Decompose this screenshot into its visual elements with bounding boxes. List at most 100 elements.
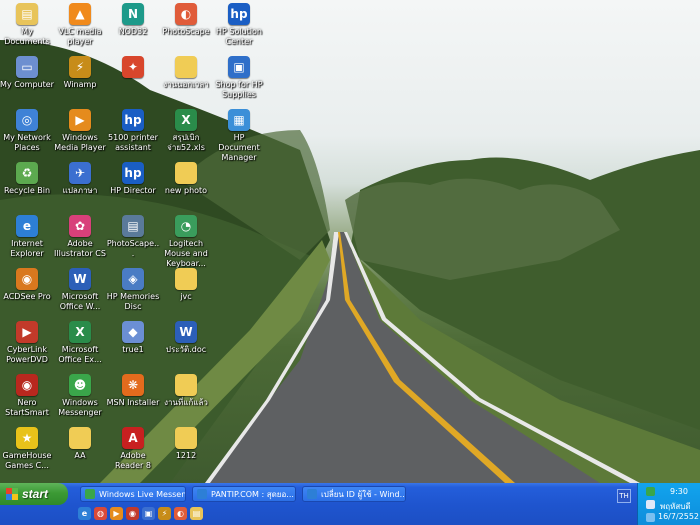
photoscape-icon[interactable]: ◐	[174, 507, 187, 520]
nod32-icon: N	[122, 3, 144, 25]
start-label: start	[22, 487, 49, 501]
desktop-icon[interactable]: ▶ CyberLink PowerDVD	[0, 321, 54, 365]
hp-solution-icon: hp	[228, 3, 250, 25]
desktop-icon[interactable]: ❋ MSN Installer	[106, 374, 160, 408]
desktop-icon[interactable]: hp HP Director	[106, 162, 160, 196]
window-icon[interactable]: ▣	[142, 507, 155, 520]
desktop-icon[interactable]: ☻ Windows Messenger	[53, 374, 107, 418]
desktop-icon-label: Shop for HP Supplies	[215, 80, 263, 99]
desktop-icon[interactable]: ▭ My Computer	[0, 56, 54, 90]
desktop-icon[interactable]: ▲ VLC media player	[53, 3, 107, 47]
nero-icon: ◉	[16, 374, 38, 396]
app-red-icon[interactable]: ◉	[126, 507, 139, 520]
taskbar-task-button[interactable]: PANTIP.COM : สุดยอ...	[192, 486, 296, 502]
desktop-icon[interactable]: ✦	[106, 56, 160, 80]
desktop-icon[interactable]: ✿ Adobe Illustrator CS	[53, 215, 107, 259]
desktop-icon[interactable]: งานที่แก้แล้ว	[159, 374, 213, 408]
media-icon[interactable]: ▶	[110, 507, 123, 520]
system-tray: 9:30 พฤหัสบดี 16/7/2552	[637, 483, 700, 525]
desktop-icon[interactable]: W Microsoft Office W...	[53, 268, 107, 312]
desktop-icon[interactable]: งานนอกเวลา	[159, 56, 213, 90]
desktop-icon-label: HP Document Manager	[218, 133, 260, 162]
desktop-icon[interactable]: ▤ PhotoScape...	[106, 215, 160, 259]
windows-flag-icon	[6, 488, 18, 500]
desktop-icon[interactable]: ◉ Nero StartSmart	[0, 374, 54, 418]
desktop-icon[interactable]: ▤ My Documents	[0, 3, 54, 47]
desktop-icon[interactable]: ▦ HP Document Manager	[212, 109, 266, 163]
desktop-icon[interactable]: ◆ true1	[106, 321, 160, 355]
desktop-icon[interactable]: N NOD32	[106, 3, 160, 37]
desktop-icon-label: HP Director	[110, 186, 156, 195]
desktop-icon-label: แปลภาษา	[62, 186, 98, 195]
desktop-icon[interactable]: ▶ Windows Media Player	[53, 109, 107, 153]
desktop-icon[interactable]: e Internet Explorer	[0, 215, 54, 259]
desktop-icon[interactable]: W ประวัติ.doc	[159, 321, 213, 355]
language-indicator[interactable]: TH	[617, 489, 631, 503]
desktop-icon[interactable]: ★ GameHouse Games C...	[0, 427, 54, 471]
taskbar-task-button[interactable]: Windows Live Messen...	[80, 486, 186, 502]
desktop-icon[interactable]: hp 5100 printer assistant	[106, 109, 160, 153]
desktop-icon-label: Windows Media Player	[54, 133, 106, 152]
desktop-icon-label: งานนอกเวลา	[163, 80, 209, 89]
desktop-icon-label: My Computer	[0, 80, 54, 89]
desktop-icon[interactable]: A Adobe Reader 8	[106, 427, 160, 471]
desktop-icon-label: jvc	[180, 292, 192, 301]
internet-explorer-icon: e	[16, 215, 38, 237]
desktop-icon[interactable]: ♻ Recycle Bin	[0, 162, 54, 196]
desktop-icon-label: Windows Messenger	[58, 398, 102, 417]
desktop-icon[interactable]: ◎ My Network Places	[0, 109, 54, 153]
taskbar-task-button[interactable]: เปลี่ยน ID ผู้ใช้ - Wind...	[302, 486, 406, 502]
desktop-icon[interactable]: ◈ HP Memories Disc	[106, 268, 160, 312]
desktop-icon-label: ประวัติ.doc	[165, 345, 207, 354]
messenger-tray-icon[interactable]	[646, 487, 655, 496]
chrome-icon[interactable]: ◍	[94, 507, 107, 520]
desktop-icon[interactable]: ▣ Shop for HP Supplies	[212, 56, 266, 100]
desktop-icon[interactable]: AA	[53, 427, 107, 461]
desktop-icon[interactable]: new photo	[159, 162, 213, 196]
hp-director-icon: hp	[122, 162, 144, 184]
folder-icon	[175, 56, 197, 78]
true-app-icon: ◆	[122, 321, 144, 343]
powerdvd-icon: ▶	[16, 321, 38, 343]
folder-icon[interactable]: ▤	[190, 507, 203, 520]
desktop-icon-label: MSN Installer	[106, 398, 160, 407]
desktop-icon[interactable]: X Microsoft Office Ex...	[53, 321, 107, 365]
desktop-icon[interactable]: ⚡ Winamp	[53, 56, 107, 90]
desktop-icon[interactable]: ◔ Logitech Mouse and Keyboar...	[159, 215, 213, 269]
excel-icon: X	[69, 321, 91, 343]
desktop-icon-label: Recycle Bin	[3, 186, 51, 195]
desktop-icon-label: My Network Places	[3, 133, 51, 152]
desktop-icon-label: งานที่แก้แล้ว	[164, 398, 208, 407]
desktop-icon-label: true1	[122, 345, 144, 354]
illustrator-flower-icon: ✿	[69, 215, 91, 237]
acdsee-icon: ◉	[16, 268, 38, 290]
desktop-icon[interactable]: ✈ แปลภาษา	[53, 162, 107, 196]
desktop-icon[interactable]: ◉ ACDSee Pro	[0, 268, 54, 302]
network-icon: ◎	[16, 109, 38, 131]
desktop-icon[interactable]: jvc	[159, 268, 213, 302]
word-doc-icon: W	[175, 321, 197, 343]
vlc-cone-icon: ▲	[69, 3, 91, 25]
network-tray-icon[interactable]	[646, 500, 655, 509]
desktop-icon-label: สรุปเบิกจ่าย52.xls	[167, 133, 205, 152]
excel-file-icon: X	[175, 109, 197, 131]
computer-icon: ▭	[16, 56, 38, 78]
desktop-icon[interactable]: hp HP Solution Center	[212, 3, 266, 47]
clock[interactable]: 9:30	[670, 487, 688, 496]
taskbar-task-label: PANTIP.COM : สุดยอ...	[211, 489, 294, 499]
desktop-icon-label: Adobe Reader 8	[115, 451, 151, 470]
folder-icon	[69, 427, 91, 449]
app-icon: ✦	[122, 56, 144, 78]
ie-icon[interactable]: e	[78, 507, 91, 520]
desktop-icon[interactable]: ◐ PhotoScape	[159, 3, 213, 37]
desktop-icon-label: Microsoft Office W...	[59, 292, 101, 311]
winamp-icon[interactable]: ⚡	[158, 507, 171, 520]
desktop-icon[interactable]: X สรุปเบิกจ่าย52.xls	[159, 109, 213, 153]
start-button[interactable]: start	[0, 483, 68, 505]
date-label[interactable]: 16/7/2552	[658, 512, 699, 521]
volume-tray-icon[interactable]	[646, 513, 655, 522]
desktop-icon[interactable]: 1212	[159, 427, 213, 461]
desktop-icon-label: GameHouse Games C...	[2, 451, 52, 470]
recycle-bin-icon: ♻	[16, 162, 38, 184]
translate-icon: ✈	[69, 162, 91, 184]
